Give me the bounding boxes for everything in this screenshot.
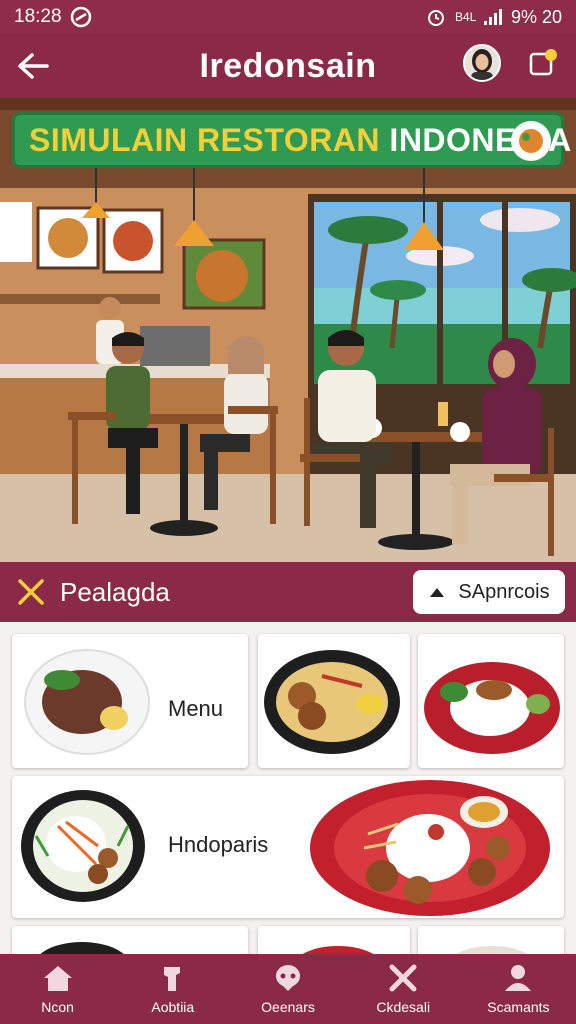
utensils-icon	[389, 964, 417, 992]
noodle-dish-image	[264, 650, 400, 754]
food-plate-icon	[511, 121, 551, 161]
nav-item-guests[interactable]: Oeenars	[230, 954, 345, 1024]
menu-card-4[interactable]: Hndoparis	[12, 776, 564, 918]
arrow-left-icon	[18, 53, 49, 79]
dish-image	[40, 942, 124, 954]
user-portrait-icon	[465, 46, 499, 80]
nav-item-staff[interactable]: Scamants	[461, 954, 576, 1024]
guest-icon	[276, 965, 300, 991]
menu-card-5[interactable]	[12, 926, 248, 954]
nav-item-kitchen[interactable]: Ckdesali	[346, 954, 461, 1024]
bottom-navigation: Ncon Aobtiia Oeenars Ckdesali Scamants	[0, 954, 576, 1024]
restaurant-illustration: SIMULAIN RESTORAN INDONESIA	[0, 98, 576, 562]
signal-icon	[483, 9, 502, 25]
menu-card-3[interactable]	[418, 634, 564, 768]
dish-image	[456, 946, 528, 954]
section-action-button[interactable]: SApnrcois	[413, 570, 565, 614]
network-type: B4L	[454, 10, 477, 24]
home-icon	[43, 966, 72, 991]
section-header: Pealagda SApnrcois	[0, 562, 576, 622]
notification-icon	[529, 49, 557, 76]
menu-card-7[interactable]	[418, 926, 564, 954]
alarm-icon	[427, 10, 444, 26]
menu-card-6[interactable]	[258, 926, 410, 954]
card-1-label: Menu	[168, 696, 224, 721]
chef-icon	[163, 967, 180, 991]
rice-dish-image	[424, 662, 560, 754]
status-bar: 18:28 B4L 9% 20	[0, 0, 576, 34]
app-bar: Iredonsain	[0, 34, 576, 98]
dish-image	[302, 946, 374, 954]
avatar[interactable]	[463, 44, 501, 82]
nav-item-home[interactable]: Ncon	[0, 954, 115, 1024]
rice-vegetable-dish-image	[21, 790, 145, 902]
nav-item-chef[interactable]: Aobtiia	[115, 954, 230, 1024]
nav-label-chef: Aobtiia	[151, 999, 195, 1015]
chevron-up-icon	[430, 588, 445, 597]
card-4-label: Hndoparis	[168, 832, 269, 857]
menu-grid: Menu Hndoparis	[0, 622, 576, 954]
status-time: 18:28	[14, 6, 62, 27]
staff-icon	[505, 965, 532, 991]
battery-text: 9% 20	[510, 6, 562, 27]
banner-title-part1: SIMULAIN RESTORAN	[29, 121, 381, 158]
back-button[interactable]	[0, 34, 66, 98]
nav-label-kitchen: Ckdesali	[376, 999, 431, 1015]
utensils-icon	[18, 579, 44, 605]
section-title: Pealagda	[60, 576, 170, 607]
nasi-platter-image	[310, 780, 550, 916]
data-saver-icon	[70, 6, 91, 28]
nav-label-guests: Oeenars	[261, 999, 315, 1015]
menu-card-2[interactable]	[258, 634, 410, 768]
section-action-label: SApnrcois	[458, 580, 550, 603]
beans-dish-image	[24, 649, 150, 755]
restaurant-banner: SIMULAIN RESTORAN INDONESIA	[12, 112, 571, 168]
menu-card-1[interactable]: Menu	[12, 634, 248, 768]
notification-button[interactable]	[528, 48, 558, 78]
nav-label-staff: Scamants	[487, 999, 550, 1015]
nav-label-home: Ncon	[41, 999, 74, 1015]
